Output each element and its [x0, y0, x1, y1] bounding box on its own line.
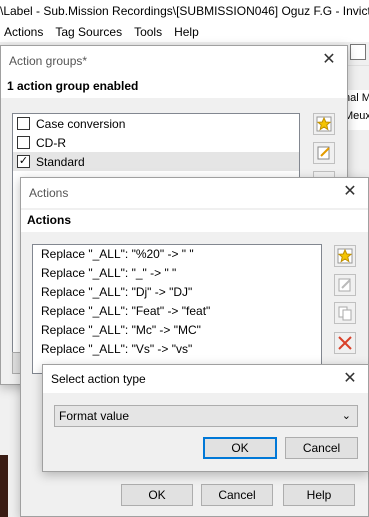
select-action-type-dialog: Select action type ✕ Format value ⌄ OK C…: [42, 364, 369, 472]
star-icon: [316, 116, 332, 132]
close-icon[interactable]: ✕: [321, 52, 337, 68]
add-group-button[interactable]: [313, 113, 335, 135]
app-title-bar: \Label - Sub.Mission Recordings\[SUBMISS…: [0, 0, 369, 22]
menu-bar: Actions Tag Sources Tools Help: [0, 22, 369, 42]
actions-list[interactable]: Replace "_ALL": "%20" -> " " Replace "_A…: [32, 244, 322, 374]
cover-art-image: [0, 455, 8, 517]
menu-help[interactable]: Help: [170, 25, 207, 39]
list-item[interactable]: Replace "_ALL": "Dj" -> "DJ": [33, 283, 321, 302]
copy-action-button[interactable]: [334, 302, 356, 324]
menu-actions[interactable]: Actions: [0, 25, 51, 39]
list-item[interactable]: Replace "_ALL": "Feat" -> "feat": [33, 302, 321, 321]
list-item[interactable]: ✓ Standard: [13, 152, 299, 171]
chevron-down-icon: ⌄: [341, 410, 351, 422]
cancel-button[interactable]: Cancel: [201, 484, 273, 506]
list-item-label: CD-R: [36, 135, 66, 150]
ok-button[interactable]: OK: [203, 437, 277, 459]
app-title: \Label - Sub.Mission Recordings\[SUBMISS…: [0, 4, 369, 18]
actions-title-bar: Actions ✕: [21, 178, 368, 208]
window-title: Actions: [29, 186, 69, 200]
action-groups-title-bar: Action groups* ✕: [1, 46, 347, 76]
edit-action-button[interactable]: [334, 274, 356, 296]
menu-tools[interactable]: Tools: [130, 25, 170, 39]
list-item[interactable]: Replace "_ALL": "Mc" -> "MC": [33, 321, 321, 340]
help-button[interactable]: Help: [283, 484, 355, 506]
list-item[interactable]: Replace "_ALL": "_" -> " ": [33, 264, 321, 283]
checkbox[interactable]: [17, 117, 30, 130]
cancel-button[interactable]: Cancel: [285, 437, 358, 459]
list-item[interactable]: Replace "_ALL": "%20" -> " ": [33, 245, 321, 264]
list-item-label: Standard: [36, 154, 85, 169]
add-action-button[interactable]: [334, 245, 356, 267]
edit-icon: [338, 278, 351, 292]
edit-icon: [317, 146, 330, 160]
delete-action-button[interactable]: [334, 332, 356, 354]
delete-icon: [338, 336, 352, 350]
checkbox[interactable]: [17, 136, 30, 149]
menu-tag-sources[interactable]: Tag Sources: [51, 25, 130, 39]
select-action-type-title-bar: Select action type ✕: [43, 365, 368, 393]
actions-header: Actions: [21, 210, 368, 232]
window-title: Action groups*: [9, 54, 88, 68]
list-item-label: Case conversion: [36, 116, 126, 131]
groups-enabled-count: 1 action group enabled: [1, 76, 347, 98]
close-icon[interactable]: ✕: [342, 184, 358, 200]
action-type-select[interactable]: Format value ⌄: [54, 405, 358, 427]
list-item[interactable]: CD-R: [13, 133, 299, 152]
copy-icon: [338, 306, 352, 321]
toolbar-edit-button[interactable]: [350, 44, 366, 60]
close-icon[interactable]: ✕: [342, 371, 358, 387]
checkbox-checked[interactable]: ✓: [17, 155, 30, 168]
star-icon: [337, 248, 353, 264]
action-type-value: Format value: [59, 409, 130, 423]
edit-group-button[interactable]: [313, 142, 335, 164]
dialog-title: Select action type: [51, 372, 146, 386]
ok-button[interactable]: OK: [121, 484, 193, 506]
list-item[interactable]: Case conversion: [13, 114, 299, 133]
list-item[interactable]: Replace "_ALL": "Vs" -> "vs": [33, 340, 321, 359]
